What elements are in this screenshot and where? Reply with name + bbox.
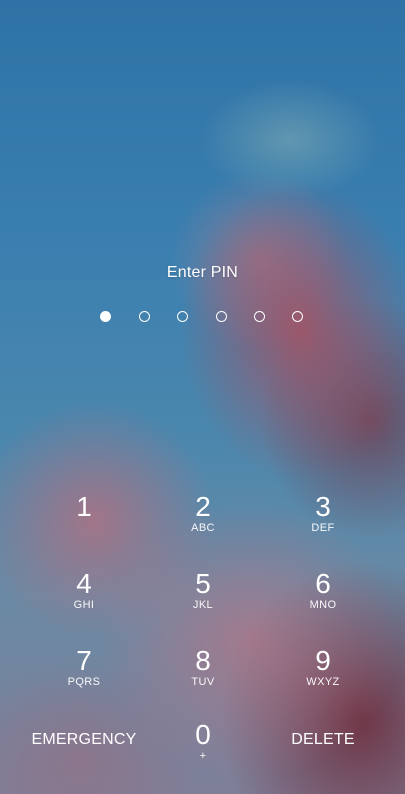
key-letters: WXYZ: [306, 676, 340, 688]
keypad-key-9[interactable]: 9 WXYZ: [263, 646, 383, 710]
key-digit: 4: [76, 568, 92, 599]
keypad-key-6[interactable]: 6 MNO: [263, 569, 383, 633]
pin-dot-empty: [177, 311, 188, 322]
key-letters: +: [199, 750, 207, 762]
key-digit: 1: [76, 491, 92, 522]
keypad-key-8[interactable]: 8 TUV: [143, 646, 263, 710]
pin-dot-empty: [254, 311, 265, 322]
pin-lock-screen: Enter PIN 1 2 ABC 3 DEF 4 GHI 5 JKL 6 MN…: [0, 0, 405, 794]
keypad-key-4[interactable]: 4 GHI: [24, 569, 144, 633]
pin-dot-empty: [216, 311, 227, 322]
key-digit: 9: [315, 645, 331, 676]
keypad-key-5[interactable]: 5 JKL: [143, 569, 263, 633]
key-letters: PQRS: [67, 676, 101, 688]
key-digit: 0: [195, 719, 211, 750]
pin-indicator: [100, 311, 312, 325]
keypad-key-0[interactable]: 0 +: [143, 720, 263, 784]
keypad-key-2[interactable]: 2 ABC: [143, 492, 263, 556]
key-letters: TUV: [191, 676, 215, 688]
key-digit: 3: [315, 491, 331, 522]
key-letters: ABC: [191, 522, 215, 534]
enter-pin-title: Enter PIN: [166, 264, 239, 281]
pin-dot-empty: [292, 311, 303, 322]
keypad-key-7[interactable]: 7 PQRS: [24, 646, 144, 710]
key-letters: JKL: [192, 599, 214, 611]
pin-dot-empty: [139, 311, 150, 322]
key-digit: 2: [195, 491, 211, 522]
key-digit: 8: [195, 645, 211, 676]
key-letters: GHI: [73, 599, 95, 611]
key-digit: 7: [76, 645, 92, 676]
keypad-key-1[interactable]: 1: [24, 492, 144, 556]
key-digit: 6: [315, 568, 331, 599]
key-letters: MNO: [309, 599, 337, 611]
key-digit: 5: [195, 568, 211, 599]
delete-button[interactable]: DELETE: [253, 720, 393, 760]
keypad-key-3[interactable]: 3 DEF: [263, 492, 383, 556]
emergency-call-button[interactable]: EMERGENCY: [14, 720, 154, 760]
key-letters: DEF: [311, 522, 335, 534]
pin-dot-filled: [100, 311, 111, 322]
